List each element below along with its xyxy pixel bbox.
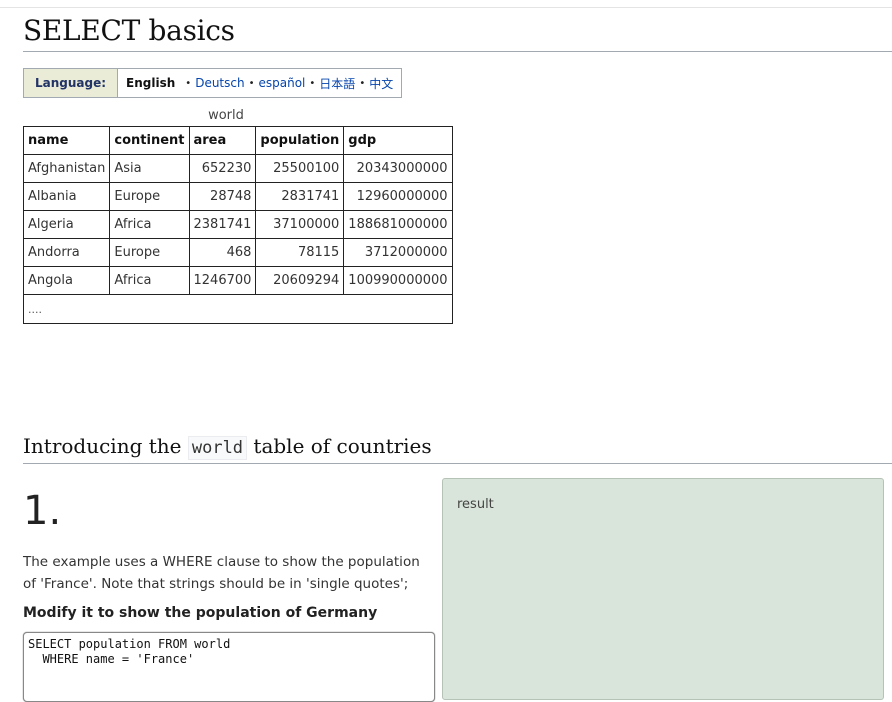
separator-dot: • (359, 77, 366, 89)
cell-population: 20609294 (255, 266, 345, 295)
sql-editor[interactable]: SELECT population FROM world WHERE name … (23, 632, 435, 702)
header-population: population (255, 126, 345, 155)
language-label: Language: (24, 69, 119, 97)
header-gdp: gdp (343, 126, 453, 155)
world-table: name continent area population gdp Afgha… (22, 126, 453, 324)
header-continent: continent (109, 126, 190, 155)
section-heading-code: world (187, 436, 248, 460)
cell-gdp: 3712000000 (343, 238, 453, 267)
table-row: Afghanistan Asia 652230 25500100 2034300… (22, 154, 453, 183)
cell-name: Algeria (22, 210, 111, 239)
header-area: area (188, 126, 257, 155)
table-caption: world (208, 108, 244, 123)
page-title: SELECT basics (23, 14, 235, 47)
table-row: Angola Africa 1246700 20609294 100990000… (22, 266, 453, 295)
cell-area: 28748 (188, 182, 257, 211)
cell-population: 2831741 (255, 182, 345, 211)
separator-dot: • (248, 77, 255, 89)
section-heading: Introducing the world table of countries (23, 434, 432, 460)
separator-dot: • (185, 77, 192, 89)
table-header-row: name continent area population gdp (22, 126, 453, 155)
question-task: Modify it to show the population of Germ… (23, 605, 378, 621)
cell-name: Andorra (22, 238, 111, 267)
cell-gdp: 100990000000 (343, 266, 453, 295)
section-heading-after: table of countries (253, 434, 432, 458)
title-divider (23, 51, 892, 52)
cell-continent: Europe (109, 182, 190, 211)
cell-continent: Africa (109, 266, 190, 295)
cell-population: 78115 (255, 238, 345, 267)
separator-dot: • (309, 77, 316, 89)
cell-gdp: 188681000000 (343, 210, 453, 239)
cell-area: 2381741 (188, 210, 257, 239)
cell-population: 25500100 (255, 154, 345, 183)
cell-area: 468 (188, 238, 257, 267)
language-link-chinese[interactable]: 中文 (369, 75, 393, 92)
section-heading-before: Introducing the (23, 434, 182, 458)
cell-continent: Asia (109, 154, 190, 183)
table-more-row: .... (23, 294, 453, 324)
language-link-espanol[interactable]: español (259, 76, 306, 90)
cell-name: Afghanistan (22, 154, 111, 183)
question-description: The example uses a WHERE clause to show … (23, 554, 420, 592)
language-link-japanese[interactable]: 日本語 (319, 75, 355, 92)
language-options: English • Deutsch • español • 日本語 • 中文 (118, 69, 401, 97)
cell-continent: Africa (109, 210, 190, 239)
header-name: name (22, 126, 111, 155)
cell-continent: Europe (109, 238, 190, 267)
top-border (0, 7, 892, 8)
table-row: Albania Europe 28748 2831741 12960000000 (22, 182, 453, 211)
language-selector: Language: English • Deutsch • español • … (23, 68, 403, 98)
question-number: 1. (23, 488, 62, 534)
table-more-ellipsis: .... (23, 294, 453, 324)
language-link-deutsch[interactable]: Deutsch (195, 76, 244, 90)
cell-name: Angola (22, 266, 111, 295)
cell-name: Albania (22, 182, 111, 211)
result-label: result (457, 497, 494, 512)
table-row: Andorra Europe 468 78115 3712000000 (22, 238, 453, 267)
cell-gdp: 20343000000 (343, 154, 453, 183)
table-row: Algeria Africa 2381741 37100000 18868100… (22, 210, 453, 239)
cell-gdp: 12960000000 (343, 182, 453, 211)
language-current: English (126, 76, 176, 90)
cell-population: 37100000 (255, 210, 345, 239)
cell-area: 1246700 (188, 266, 257, 295)
result-panel: result (442, 478, 884, 700)
cell-area: 652230 (188, 154, 257, 183)
section-divider (23, 463, 892, 464)
